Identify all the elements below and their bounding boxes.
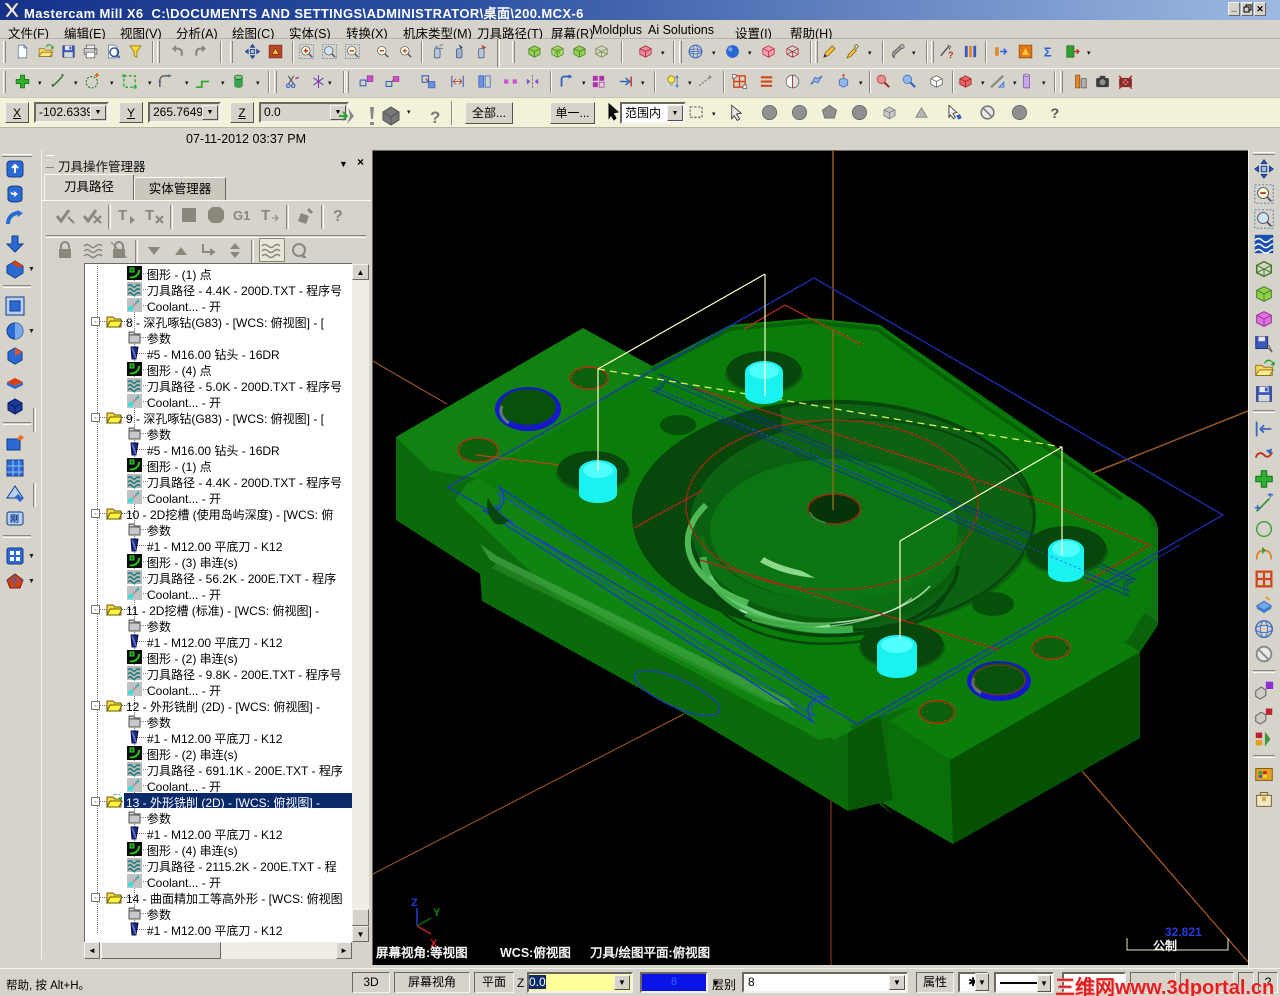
svg-text:Z: Z	[411, 897, 418, 909]
svg-text:32.821: 32.821	[1165, 925, 1202, 939]
svg-text:WCS:俯视图: WCS:俯视图	[500, 945, 571, 960]
svg-text:Y: Y	[433, 907, 441, 919]
svg-text:屏幕视角:等视图: 屏幕视角:等视图	[375, 945, 468, 960]
svg-text:刀具/绘图平面:俯视图: 刀具/绘图平面:俯视图	[590, 945, 710, 960]
svg-text:公制: 公制	[1153, 938, 1177, 953]
